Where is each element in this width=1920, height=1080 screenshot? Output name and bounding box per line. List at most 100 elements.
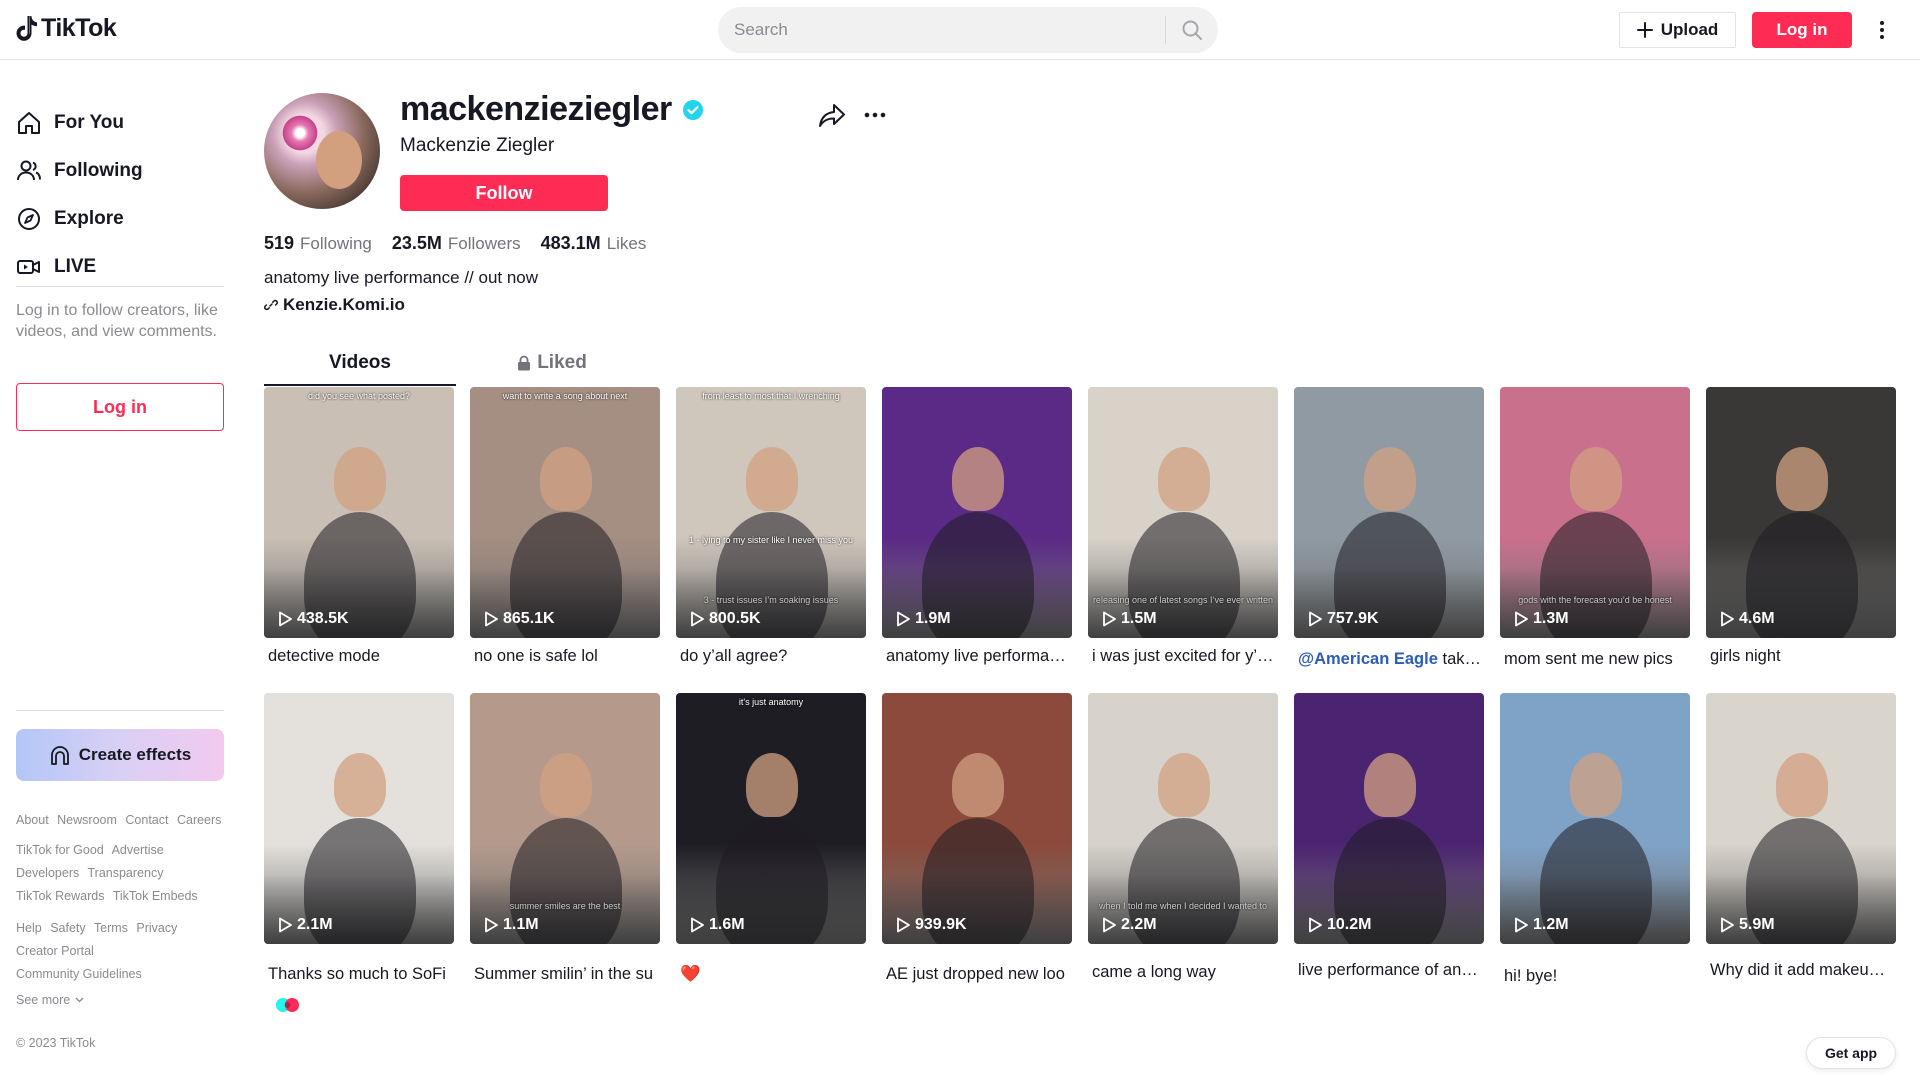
get-app-button[interactable]: Get app	[1806, 1037, 1896, 1069]
video-thumbnail[interactable]: it's just anatomy 1.6M	[676, 693, 866, 944]
video-caption[interactable]: ❤️	[680, 965, 864, 984]
search-button[interactable]	[1166, 7, 1218, 53]
login-prompt-text: Log in to follow creators, like videos, …	[16, 302, 218, 340]
tab-videos[interactable]: Videos	[264, 340, 456, 386]
view-count: 1.5M	[1102, 610, 1157, 628]
view-count-text: 2.2M	[1121, 916, 1157, 933]
play-icon	[1515, 917, 1528, 933]
upload-button[interactable]: Upload	[1619, 12, 1736, 48]
search-input[interactable]	[718, 7, 1165, 53]
video-caption[interactable]: anatomy live performa…	[886, 647, 1070, 666]
view-count: 5.9M	[1720, 916, 1775, 934]
sidebar-item-explore[interactable]: Explore	[16, 199, 124, 239]
footer-link[interactable]: Careers	[177, 813, 221, 827]
footer-links-group-3: Help Safety Terms Privacy Creator Portal…	[16, 917, 231, 986]
footer-link[interactable]: Help	[16, 921, 42, 935]
thumbnail-person-shape	[746, 753, 798, 817]
profile-link[interactable]: Kenzie.Komi.io	[264, 295, 405, 315]
footer-link[interactable]: Terms	[94, 921, 128, 935]
likes-count: 483.1M	[540, 233, 601, 253]
thumbnail-person-shape	[1158, 753, 1210, 817]
footer-link[interactable]: Privacy	[136, 921, 177, 935]
video-caption[interactable]: Summer smilin’ in the su	[474, 965, 658, 984]
footer-link[interactable]: TikTok for Good	[16, 843, 104, 857]
play-icon	[1309, 917, 1322, 933]
thumbnail-person-shape	[334, 447, 386, 511]
footer-link[interactable]: Contact	[125, 813, 168, 827]
video-thumbnail[interactable]: did you see what posted? 438.5K	[264, 387, 454, 638]
footer-link[interactable]: Safety	[50, 921, 85, 935]
profile-bio: anatomy live performance // out now	[264, 268, 539, 287]
footer-link[interactable]: Transparency	[87, 866, 163, 880]
footer-link[interactable]: Newsroom	[57, 813, 117, 827]
video-caption[interactable]: Thanks so much to SoFi	[268, 965, 452, 984]
video-caption[interactable]: Why did it add makeup…	[1710, 961, 1894, 980]
video-thumbnail[interactable]: want to write a song about next 865.1K	[470, 387, 660, 638]
thumbnail-overlay-text: from least to most that I wrenching	[702, 391, 840, 401]
footer-link[interactable]: Community Guidelines	[16, 967, 142, 981]
footer-link[interactable]: Developers	[16, 866, 79, 880]
video-caption[interactable]: detective mode	[268, 647, 452, 666]
view-count-text: 1.5M	[1121, 610, 1157, 627]
video-thumbnail[interactable]: 939.9K	[882, 693, 1072, 944]
video-thumbnail[interactable]: gods with the forecast you’d be honest1.…	[1500, 387, 1690, 638]
sidebar-item-for-you[interactable]: For You	[16, 103, 124, 143]
footer-link[interactable]: TikTok Embeds	[113, 889, 198, 903]
footer-link[interactable]: Advertise	[112, 843, 164, 857]
sidebar-item-following[interactable]: Following	[16, 151, 143, 191]
thumbnail-person-shape	[746, 447, 798, 511]
login-button[interactable]: Log in	[1752, 12, 1852, 48]
thumbnail-person-shape	[1364, 447, 1416, 511]
tiktok-logo[interactable]: TikTok	[16, 14, 117, 43]
footer-link[interactable]: Creator Portal	[16, 944, 94, 958]
active-tab-indicator	[264, 384, 456, 386]
caption-mention-link[interactable]: @American Eagle	[1298, 650, 1438, 668]
video-thumbnail[interactable]: releasing one of latest songs I’ve ever …	[1088, 387, 1278, 638]
profile-more-button[interactable]	[860, 102, 890, 128]
view-count-text: 2.1M	[297, 916, 333, 933]
play-icon	[279, 611, 292, 627]
video-thumbnail[interactable]: from least to most that I wrenching 1 - l…	[676, 387, 866, 638]
video-thumbnail[interactable]: summer smiles are the best1.1M	[470, 693, 660, 944]
play-icon	[485, 917, 498, 933]
stat-followers[interactable]: 23.5M Followers	[392, 233, 521, 254]
play-icon	[1103, 917, 1116, 933]
video-caption[interactable]: mom sent me new pics	[1504, 650, 1688, 669]
share-button[interactable]	[818, 102, 848, 128]
tab-liked[interactable]: Liked	[456, 340, 648, 386]
view-count: 757.9K	[1308, 610, 1379, 628]
view-count: 865.1K	[484, 610, 555, 628]
video-thumbnail[interactable]: 1.2M	[1500, 693, 1690, 944]
video-caption[interactable]: girls night	[1710, 647, 1894, 666]
video-caption[interactable]: came a long way	[1092, 963, 1276, 982]
video-caption[interactable]: no one is safe lol	[474, 647, 658, 666]
more-menu-button[interactable]	[1870, 18, 1894, 42]
video-caption[interactable]: i was just excited for y’…	[1092, 647, 1276, 666]
profile-username: mackenzieziegler	[400, 90, 704, 129]
see-more-toggle[interactable]: See more	[16, 993, 84, 1007]
video-caption[interactable]: @American Eagle take…	[1298, 650, 1482, 669]
video-thumbnail[interactable]: 1.9M	[882, 387, 1072, 638]
sidebar-item-live[interactable]: LIVE	[16, 247, 96, 287]
video-thumbnail[interactable]: 5.9M	[1706, 693, 1896, 944]
video-caption[interactable]: hi! bye!	[1504, 967, 1688, 986]
video-thumbnail[interactable]: 2.1M	[264, 693, 454, 944]
create-effects-button[interactable]: Create effects	[16, 729, 224, 781]
sidebar-item-label: Following	[54, 160, 143, 181]
video-thumbnail[interactable]: 4.6M	[1706, 387, 1896, 638]
video-caption[interactable]: AE just dropped new loo	[886, 965, 1070, 984]
video-caption[interactable]: do y’all agree?	[680, 647, 864, 666]
tab-videos-label: Videos	[329, 352, 391, 373]
video-caption[interactable]: live performance of an…	[1298, 961, 1482, 980]
video-thumbnail[interactable]: when I told me when I decided I wanted t…	[1088, 693, 1278, 944]
view-count-text: 800.5K	[709, 610, 761, 627]
thumbnail-person-shape	[1364, 753, 1416, 817]
stat-following[interactable]: 519 Following	[264, 233, 372, 254]
video-thumbnail[interactable]: 757.9K	[1294, 387, 1484, 638]
video-thumbnail[interactable]: 10.2M	[1294, 693, 1484, 944]
footer-link[interactable]: TikTok Rewards	[16, 889, 104, 903]
follow-button[interactable]: Follow	[400, 175, 608, 211]
view-count: 4.6M	[1720, 610, 1775, 628]
footer-link[interactable]: About	[16, 813, 49, 827]
sidebar-login-button[interactable]: Log in	[16, 383, 224, 431]
